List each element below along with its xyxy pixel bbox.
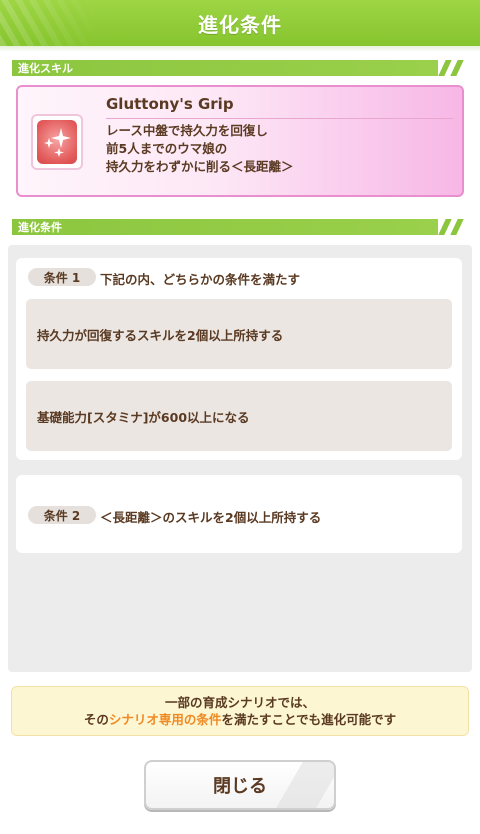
skill-section-label: 進化スキル <box>18 62 73 75</box>
condition-tag: 条件 1 <box>28 268 96 286</box>
skill-icon-frame <box>31 114 83 170</box>
notice-highlight: シナリオ専用の条件 <box>108 712 222 727</box>
conditions-section-label: 進化条件 <box>18 221 62 234</box>
notice-line-2: そのシナリオ専用の条件を満たすことでも進化可能です <box>12 711 468 728</box>
skill-description-line: 持久力をわずかに削る＜長距離＞ <box>106 159 294 174</box>
close-button[interactable]: 閉じる <box>144 760 336 810</box>
close-button-label: 閉じる <box>213 776 267 797</box>
conditions-section-bar: 進化条件 <box>12 219 468 235</box>
condition-card-1: 条件 1 下記の内、どちらかの条件を満たす 持久力が回復するスキルを2個以上所持… <box>16 258 462 460</box>
notice-text: その <box>83 712 109 727</box>
condition-row: 持久力が回復するスキルを2個以上所持する <box>26 299 452 369</box>
skill-divider <box>106 118 454 119</box>
button-gloss <box>265 762 334 808</box>
skill-description-line: 前5人までのウマ娘の <box>106 141 228 156</box>
dialog-header: 進化条件 <box>0 0 480 46</box>
skill-description: レース中盤で持久力を回復し 前5人までのウマ娘の 持久力をわずかに削る＜長距離＞ <box>106 122 456 176</box>
skill-name: Gluttony's Grip <box>106 95 234 113</box>
condition-card-2: 条件 2 ＜長距離＞のスキルを2個以上所持する <box>16 475 462 553</box>
condition-heading: 下記の内、どちらかの条件を満たす <box>100 272 301 287</box>
condition-tag: 条件 2 <box>28 506 96 524</box>
header-shadow <box>0 46 480 52</box>
header-pattern <box>0 0 100 46</box>
skill-card[interactable]: Gluttony's Grip レース中盤で持久力を回復し 前5人までのウマ娘の… <box>16 85 464 197</box>
dialog-title: 進化条件 <box>198 12 282 37</box>
notice-line-1: 一部の育成シナリオでは、 <box>164 695 315 710</box>
condition-heading: ＜長距離＞のスキルを2個以上所持する <box>100 510 322 525</box>
section-stripes-decoration <box>438 60 468 76</box>
sparkle-icon <box>37 120 77 164</box>
section-stripes-decoration <box>438 219 468 235</box>
notice-text: を満たすことでも進化可能です <box>221 712 397 727</box>
condition-row: 基礎能力[スタミナ]が600以上になる <box>26 381 452 451</box>
scenario-notice: 一部の育成シナリオでは、 そのシナリオ専用の条件を満たすことでも進化可能です <box>11 686 469 736</box>
skill-section-bar: 進化スキル <box>12 60 468 76</box>
skill-description-line: レース中盤で持久力を回復し <box>106 123 268 138</box>
